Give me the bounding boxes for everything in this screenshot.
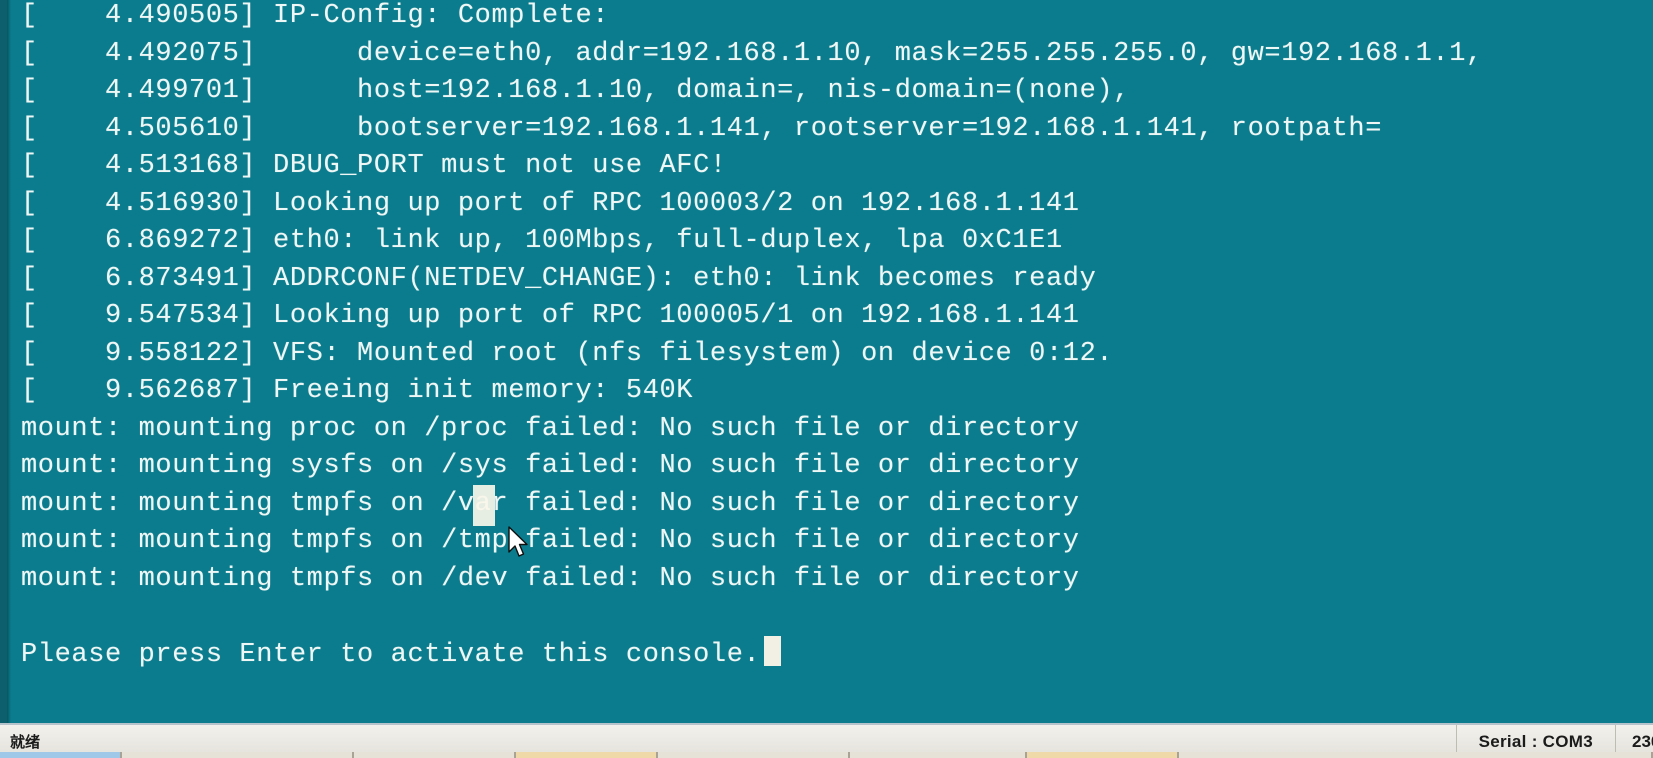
terminal-output-area[interactable]: [ 4.483991] IP-Config: Guessing netmask … (0, 0, 1653, 723)
terminal-line: [ 4.516930] Looking up port of RPC 10000… (21, 188, 1080, 219)
console-cursor-block (764, 635, 782, 666)
terminal-line: mount: mounting sysfs on /sys failed: No… (21, 451, 1080, 481)
terminal-line: mount: mounting tmpfs on /tmp failed: No… (21, 526, 1080, 556)
status-bar: 就绪 Serial : COM3 230400 (0, 723, 1653, 758)
terminal-line: [ 9.547534] Looking up port of RPC 10000… (21, 301, 1080, 331)
terminal-line: [ 9.562687] Freeing init memory: 540K (21, 376, 694, 406)
status-baud-rate: 230400 (1615, 725, 1653, 758)
terminal-line-list: [ 4.483991] IP-Config: Guessing netmask … (21, 0, 1653, 673)
serial-terminal-window: [ 4.483991] IP-Config: Guessing netmask … (0, 0, 1653, 758)
terminal-line: [ 4.492075] device=eth0, addr=192.168.1.… (21, 38, 1483, 69)
terminal-line-text: Please press Enter to activate this cons… (21, 639, 761, 670)
terminal-line: mount: mounting proc on /proc failed: No… (21, 413, 1080, 444)
terminal-line: [ 4.499701] host=192.168.1.10, domain=, … (21, 76, 1130, 106)
terminal-line: mount: mounting tmpfs on /var failed: No… (21, 488, 1080, 519)
status-ready-label: 就绪 (10, 733, 41, 751)
terminal-line: Please press Enter to activate this cons… (21, 635, 1653, 674)
terminal-line: [ 9.558122] VFS: Mounted root (nfs files… (21, 338, 1114, 369)
status-serial-port: Serial : COM3 (1455, 725, 1615, 758)
terminal-line: [ 6.869272] eth0: link up, 100Mbps, full… (21, 226, 1063, 256)
terminal-line: [ 4.490505] IP-Config: Complete: (21, 1, 610, 31)
terminal-line: mount: mounting tmpfs on /dev failed: No… (21, 563, 1080, 594)
terminal-line: [ 6.873491] ADDRCONF(NETDEV_CHANGE): eth… (21, 263, 1097, 294)
terminal-line: [ 4.513168] DBUG_PORT must not use AFC! (21, 151, 727, 181)
terminal-line: [ 4.505610] bootserver=192.168.1.141, ro… (21, 113, 1383, 144)
